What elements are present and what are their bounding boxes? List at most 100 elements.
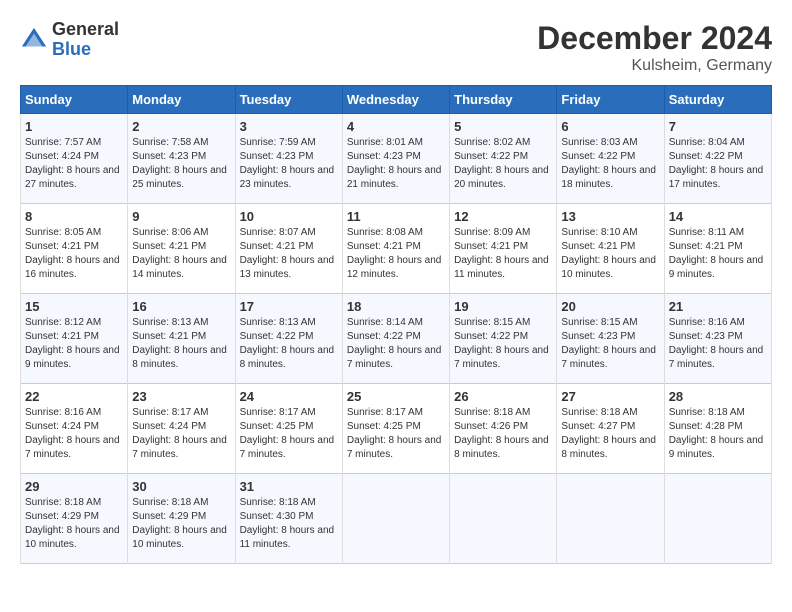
day-info: Sunrise: 7:58 AMSunset: 4:23 PMDaylight:… <box>132 136 230 192</box>
day-number: 11 <box>347 209 445 224</box>
calendar-cell: 15 Sunrise: 8:12 AMSunset: 4:21 PMDayligh… <box>21 294 128 384</box>
day-info: Sunrise: 8:18 AMSunset: 4:27 PMDaylight:… <box>561 406 659 462</box>
day-number: 31 <box>240 479 338 494</box>
day-number: 13 <box>561 209 659 224</box>
day-number: 9 <box>132 209 230 224</box>
header-tuesday: Tuesday <box>235 86 342 114</box>
calendar-week-row: 22 Sunrise: 8:16 AMSunset: 4:24 PMDayligh… <box>21 384 772 474</box>
calendar-cell: 3 Sunrise: 7:59 AMSunset: 4:23 PMDaylight… <box>235 114 342 204</box>
calendar-cell: 17 Sunrise: 8:13 AMSunset: 4:22 PMDayligh… <box>235 294 342 384</box>
day-number: 16 <box>132 299 230 314</box>
day-info: Sunrise: 8:18 AMSunset: 4:26 PMDaylight:… <box>454 406 552 462</box>
calendar-week-row: 29Sunrise: 8:18 AMSunset: 4:29 PMDayligh… <box>21 474 772 564</box>
day-number: 23 <box>132 389 230 404</box>
calendar-cell: 27 Sunrise: 8:18 AMSunset: 4:27 PMDayligh… <box>557 384 664 474</box>
day-info: Sunrise: 8:03 AMSunset: 4:22 PMDaylight:… <box>561 136 659 192</box>
day-info: Sunrise: 8:14 AMSunset: 4:22 PMDaylight:… <box>347 316 445 372</box>
header-monday: Monday <box>128 86 235 114</box>
calendar-cell: 24 Sunrise: 8:17 AMSunset: 4:25 PMDayligh… <box>235 384 342 474</box>
calendar-cell <box>342 474 449 564</box>
calendar-cell: 22 Sunrise: 8:16 AMSunset: 4:24 PMDayligh… <box>21 384 128 474</box>
day-number: 21 <box>669 299 767 314</box>
day-info: Sunrise: 7:59 AMSunset: 4:23 PMDaylight:… <box>240 136 338 192</box>
day-number: 30 <box>132 479 230 494</box>
day-info: Sunrise: 8:09 AMSunset: 4:21 PMDaylight:… <box>454 226 552 282</box>
day-number: 5 <box>454 119 552 134</box>
day-number: 18 <box>347 299 445 314</box>
month-title: December 2024 <box>537 20 772 57</box>
calendar-cell: 31 Sunrise: 8:18 AMSunset: 4:30 PMDayligh… <box>235 474 342 564</box>
calendar-cell: 12 Sunrise: 8:09 AMSunset: 4:21 PMDayligh… <box>450 204 557 294</box>
day-info: Sunrise: 8:18 AMSunset: 4:30 PMDaylight:… <box>240 496 338 552</box>
header-thursday: Thursday <box>450 86 557 114</box>
calendar-cell <box>557 474 664 564</box>
calendar-body: 1 Sunrise: 7:57 AMSunset: 4:24 PMDaylight… <box>21 114 772 564</box>
day-info: Sunrise: 8:17 AMSunset: 4:24 PMDaylight:… <box>132 406 230 462</box>
day-info: Sunrise: 7:57 AMSunset: 4:24 PMDaylight:… <box>25 136 123 192</box>
day-number: 25 <box>347 389 445 404</box>
day-number: 27 <box>561 389 659 404</box>
day-number: 17 <box>240 299 338 314</box>
day-info: Sunrise: 8:07 AMSunset: 4:21 PMDaylight:… <box>240 226 338 282</box>
logo-icon <box>20 26 48 54</box>
day-number: 24 <box>240 389 338 404</box>
day-number: 22 <box>25 389 123 404</box>
logo-general: General <box>52 20 119 40</box>
day-info: Sunrise: 8:13 AMSunset: 4:21 PMDaylight:… <box>132 316 230 372</box>
calendar-cell: 14 Sunrise: 8:11 AMSunset: 4:21 PMDayligh… <box>664 204 771 294</box>
logo: General Blue <box>20 20 119 60</box>
day-number: 14 <box>669 209 767 224</box>
calendar-cell: 26 Sunrise: 8:18 AMSunset: 4:26 PMDayligh… <box>450 384 557 474</box>
header-wednesday: Wednesday <box>342 86 449 114</box>
day-info: Sunrise: 8:12 AMSunset: 4:21 PMDaylight:… <box>25 316 123 372</box>
calendar-cell: 19Sunrise: 8:15 AMSunset: 4:22 PMDayligh… <box>450 294 557 384</box>
calendar-cell: 4Sunrise: 8:01 AMSunset: 4:23 PMDaylight… <box>342 114 449 204</box>
day-number: 2 <box>132 119 230 134</box>
day-info: Sunrise: 8:08 AMSunset: 4:21 PMDaylight:… <box>347 226 445 282</box>
calendar-table: SundayMondayTuesdayWednesdayThursdayFrid… <box>20 85 772 564</box>
calendar-week-row: 15 Sunrise: 8:12 AMSunset: 4:21 PMDayligh… <box>21 294 772 384</box>
day-info: Sunrise: 8:11 AMSunset: 4:21 PMDaylight:… <box>669 226 767 282</box>
calendar-cell: 10 Sunrise: 8:07 AMSunset: 4:21 PMDayligh… <box>235 204 342 294</box>
logo-text: General Blue <box>52 20 119 60</box>
calendar-cell: 18 Sunrise: 8:14 AMSunset: 4:22 PMDayligh… <box>342 294 449 384</box>
calendar-cell: 2 Sunrise: 7:58 AMSunset: 4:23 PMDaylight… <box>128 114 235 204</box>
calendar-cell: 16 Sunrise: 8:13 AMSunset: 4:21 PMDayligh… <box>128 294 235 384</box>
calendar-cell <box>450 474 557 564</box>
day-info: Sunrise: 8:16 AMSunset: 4:23 PMDaylight:… <box>669 316 767 372</box>
day-info: Sunrise: 8:13 AMSunset: 4:22 PMDaylight:… <box>240 316 338 372</box>
day-number: 26 <box>454 389 552 404</box>
calendar-cell: 20Sunrise: 8:15 AMSunset: 4:23 PMDayligh… <box>557 294 664 384</box>
day-number: 12 <box>454 209 552 224</box>
calendar-cell: 5Sunrise: 8:02 AMSunset: 4:22 PMDaylight… <box>450 114 557 204</box>
calendar-cell: 7Sunrise: 8:04 AMSunset: 4:22 PMDaylight… <box>664 114 771 204</box>
calendar-week-row: 1 Sunrise: 7:57 AMSunset: 4:24 PMDaylight… <box>21 114 772 204</box>
day-number: 3 <box>240 119 338 134</box>
day-info: Sunrise: 8:04 AMSunset: 4:22 PMDaylight:… <box>669 136 767 192</box>
day-info: Sunrise: 8:18 AMSunset: 4:29 PMDaylight:… <box>132 496 230 552</box>
day-number: 19 <box>454 299 552 314</box>
day-number: 15 <box>25 299 123 314</box>
calendar-cell: 29Sunrise: 8:18 AMSunset: 4:29 PMDayligh… <box>21 474 128 564</box>
header-saturday: Saturday <box>664 86 771 114</box>
logo-blue: Blue <box>52 40 119 60</box>
calendar-cell <box>664 474 771 564</box>
calendar-week-row: 8Sunrise: 8:05 AMSunset: 4:21 PMDaylight… <box>21 204 772 294</box>
calendar-cell: 30 Sunrise: 8:18 AMSunset: 4:29 PMDayligh… <box>128 474 235 564</box>
calendar-cell: 25 Sunrise: 8:17 AMSunset: 4:25 PMDayligh… <box>342 384 449 474</box>
calendar-cell: 28Sunrise: 8:18 AMSunset: 4:28 PMDayligh… <box>664 384 771 474</box>
day-info: Sunrise: 8:06 AMSunset: 4:21 PMDaylight:… <box>132 226 230 282</box>
calendar-cell: 8Sunrise: 8:05 AMSunset: 4:21 PMDaylight… <box>21 204 128 294</box>
day-info: Sunrise: 8:17 AMSunset: 4:25 PMDaylight:… <box>347 406 445 462</box>
location: Kulsheim, Germany <box>537 57 772 75</box>
header-friday: Friday <box>557 86 664 114</box>
day-info: Sunrise: 8:15 AMSunset: 4:23 PMDaylight:… <box>561 316 659 372</box>
calendar-cell: 13Sunrise: 8:10 AMSunset: 4:21 PMDayligh… <box>557 204 664 294</box>
day-number: 10 <box>240 209 338 224</box>
day-info: Sunrise: 8:17 AMSunset: 4:25 PMDaylight:… <box>240 406 338 462</box>
day-info: Sunrise: 8:18 AMSunset: 4:28 PMDaylight:… <box>669 406 767 462</box>
day-info: Sunrise: 8:16 AMSunset: 4:24 PMDaylight:… <box>25 406 123 462</box>
calendar-cell: 1 Sunrise: 7:57 AMSunset: 4:24 PMDaylight… <box>21 114 128 204</box>
day-number: 1 <box>25 119 123 134</box>
title-block: December 2024 Kulsheim, Germany <box>537 20 772 75</box>
